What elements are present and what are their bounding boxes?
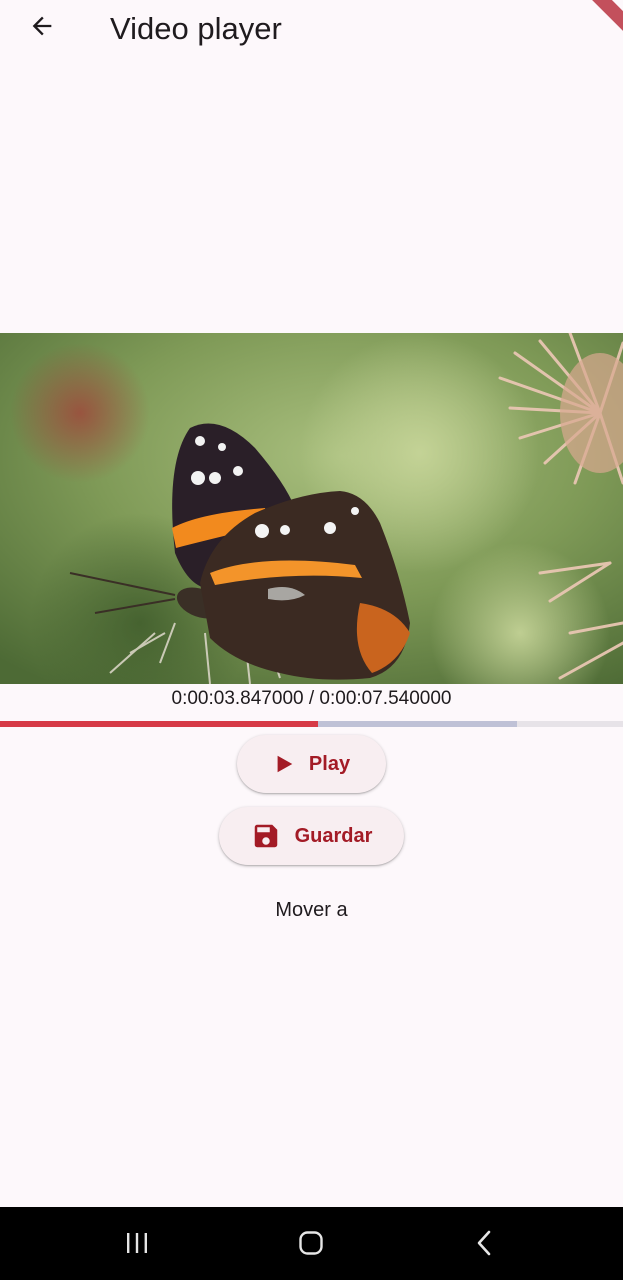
save-button[interactable]: Guardar <box>219 807 404 865</box>
app-bar: Video player <box>0 0 623 58</box>
play-button-label: Play <box>308 752 351 775</box>
video-progress-bar[interactable] <box>0 721 623 727</box>
page-title: Video player <box>110 11 282 46</box>
system-nav-bar <box>0 1207 623 1280</box>
back-button[interactable] <box>22 8 62 48</box>
home-icon <box>298 1230 324 1261</box>
seek-label: Mover a <box>275 899 348 921</box>
system-back-button[interactable] <box>463 1223 507 1267</box>
save-icon <box>251 821 281 851</box>
play-icon <box>273 753 295 775</box>
video-player[interactable] <box>0 333 623 684</box>
play-button[interactable]: Play <box>237 735 386 793</box>
nav-back-icon <box>474 1230 496 1261</box>
debug-banner <box>583 0 623 40</box>
save-button-label: Guardar <box>294 824 373 847</box>
recents-button[interactable] <box>115 1223 159 1267</box>
home-button[interactable] <box>289 1223 333 1267</box>
played-indicator <box>0 721 318 727</box>
arrow-back-icon <box>28 12 56 45</box>
video-frame-image <box>0 333 623 684</box>
recents-icon <box>124 1231 150 1260</box>
time-readout: 0:00:03.847000 / 0:00:07.540000 <box>171 688 452 709</box>
